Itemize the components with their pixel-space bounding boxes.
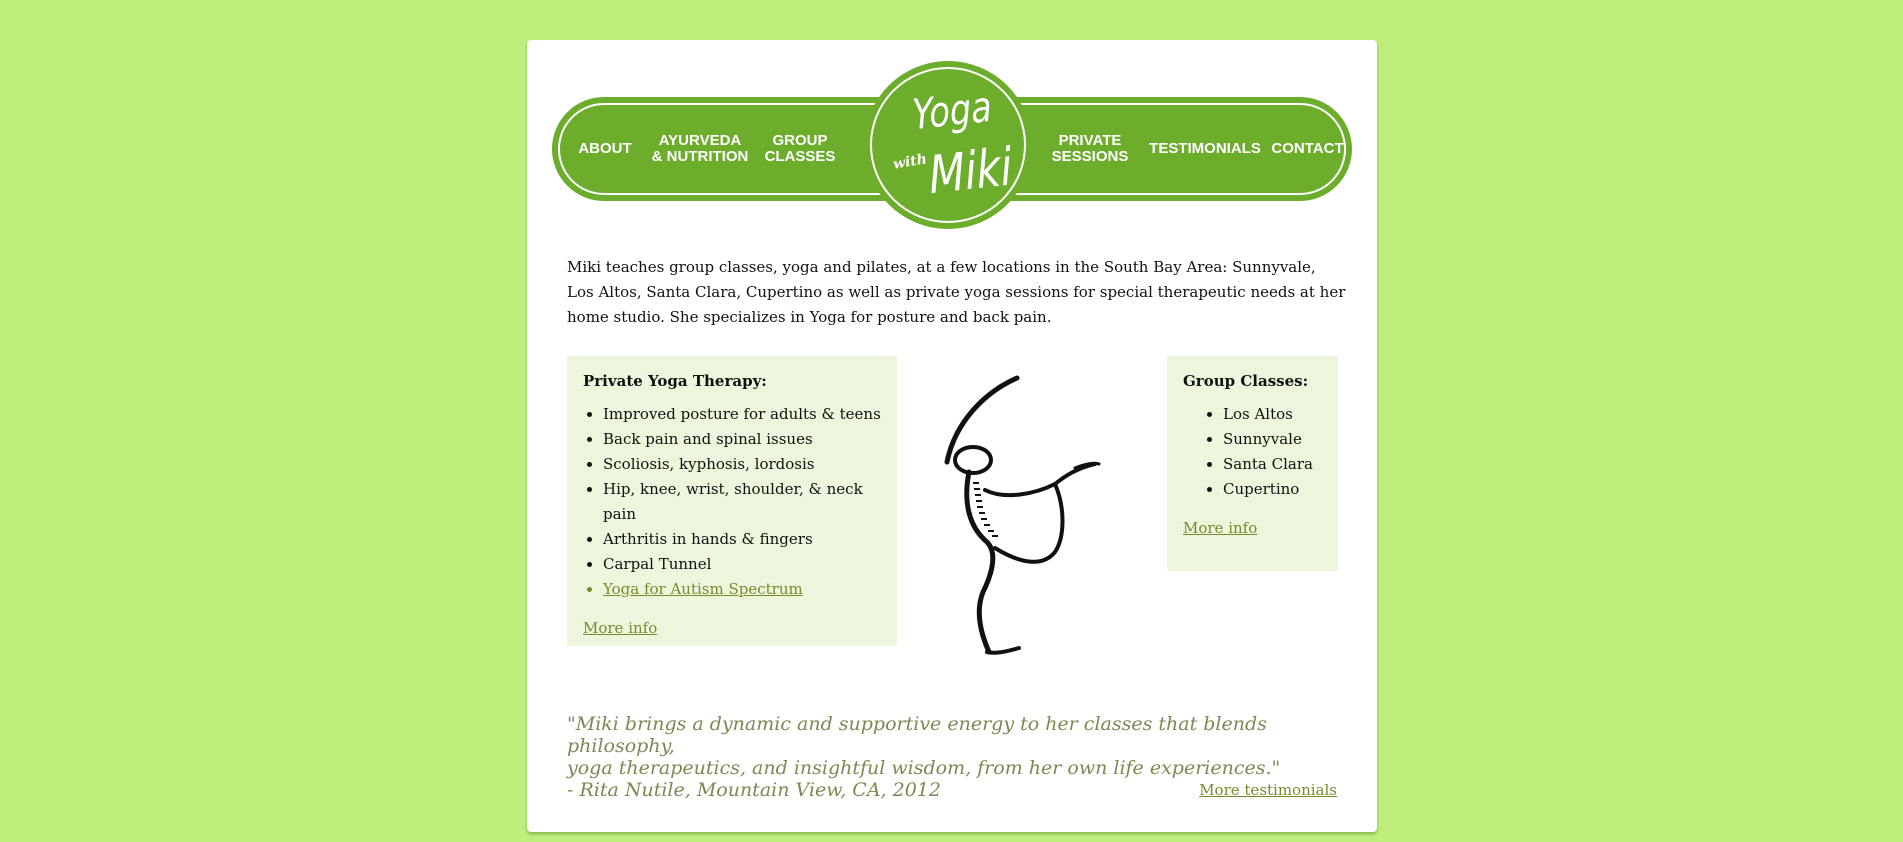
list-item: Hip, knee, wrist, shoulder, & neck pain — [603, 477, 881, 527]
logo-yoga-text: Yoga — [910, 81, 994, 140]
nav-ayurveda-nutrition[interactable]: AYURVEDA & NUTRITION — [645, 100, 755, 198]
list-item: Scoliosis, kyphosis, lordosis — [603, 452, 881, 477]
group-classes-box: Group Classes: Los Altos Sunnyvale Santa… — [1167, 356, 1338, 571]
nav-about[interactable]: ABOUT — [565, 100, 645, 198]
list-item: Cupertino — [1223, 477, 1322, 502]
list-item: Arthritis in hands & fingers — [603, 527, 881, 552]
group-classes-list: Los Altos Sunnyvale Santa Clara Cupertin… — [1183, 402, 1322, 502]
quote-attribution: - Rita Nutile, Mountain View, CA, 2012 — [567, 779, 941, 801]
nav-contact[interactable]: CONTACT — [1270, 100, 1345, 198]
site-logo[interactable]: Yoga with Miki — [867, 64, 1029, 226]
nav-private-sessions[interactable]: PRIVATE SESSIONS — [1045, 100, 1135, 198]
autism-spectrum-link[interactable]: Yoga for Autism Spectrum — [603, 580, 803, 598]
list-item: Back pain and spinal issues — [603, 427, 881, 452]
yoga-pose-illustration — [944, 375, 1101, 655]
logo-miki-text: Miki — [927, 137, 1015, 207]
list-item-autism-link: Yoga for Autism Spectrum — [603, 577, 881, 602]
group-classes-title: Group Classes: — [1183, 372, 1309, 390]
list-item: Carpal Tunnel — [603, 552, 881, 577]
private-therapy-list: Improved posture for adults & teens Back… — [583, 402, 881, 602]
private-therapy-box: Private Yoga Therapy: Improved posture f… — [567, 356, 897, 646]
nav-testimonials[interactable]: TESTIMONIALS — [1135, 100, 1275, 198]
group-more-info-link[interactable]: More info — [1183, 519, 1257, 537]
more-testimonials-link[interactable]: More testimonials — [1199, 781, 1337, 799]
list-item: Santa Clara — [1223, 452, 1322, 477]
list-item: Los Altos — [1223, 402, 1322, 427]
list-item: Improved posture for adults & teens — [603, 402, 881, 427]
nav-group-classes[interactable]: GROUP CLASSES — [755, 100, 845, 198]
content-card: ABOUT AYURVEDA & NUTRITION GROUP CLASSES… — [527, 40, 1377, 832]
logo-with-text: with — [891, 151, 929, 173]
intro-paragraph: Miki teaches group classes, yoga and pil… — [567, 258, 1346, 326]
list-item: Sunnyvale — [1223, 427, 1322, 452]
quote-line-1: "Miki brings a dynamic and supportive en… — [567, 713, 1267, 757]
quote-line-2: yoga therapeutics, and insightful wisdom… — [567, 757, 1281, 779]
private-more-info-link[interactable]: More info — [583, 619, 657, 637]
private-therapy-title: Private Yoga Therapy: — [583, 372, 767, 390]
